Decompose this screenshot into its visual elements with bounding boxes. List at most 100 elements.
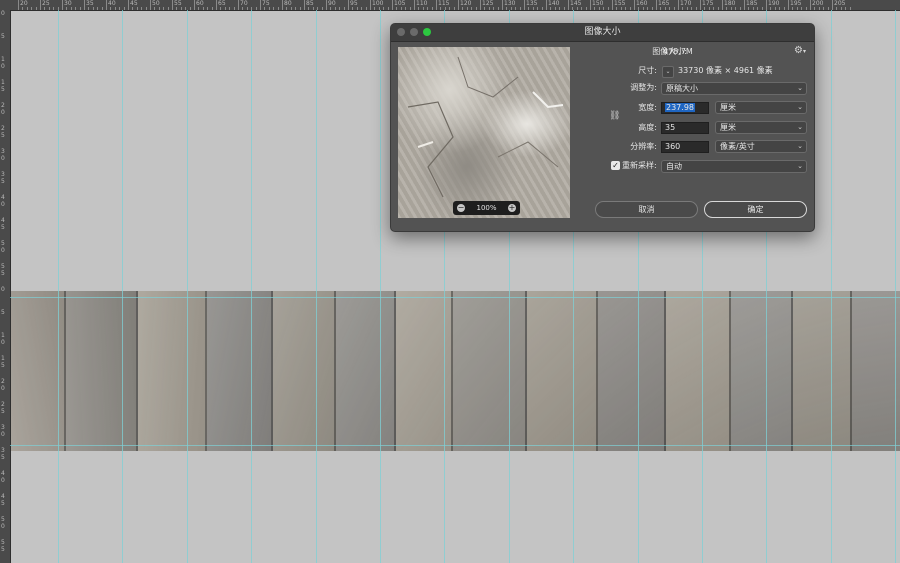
ruler-top-tick [123,7,125,10]
resample-select[interactable]: 自动 ⌄ [661,160,807,173]
ruler-top-tick [695,7,697,10]
vertical-ruler[interactable]: 0 5 10 15 20 25 30 35 40 45 50 55 0 5 10 15 20 25 30 35 40 45… [0,10,11,563]
ruler-top-tick [128,0,129,10]
ruler-left-label: 55 [1,539,5,553]
ruler-left-label: 25 [1,125,5,139]
ruler-left-label: 10 [1,56,5,70]
stone-slab [138,291,207,451]
image-size-value: 478.7M [663,47,693,56]
ruler-top-tick [590,0,591,10]
resolution-label: 分辨率: [630,142,657,151]
ruler-top-tick [818,7,820,10]
cancel-button-label: 取消 [638,205,655,214]
resolution-input[interactable]: 360 [661,141,709,153]
ruler-top-tick [722,0,723,10]
fit-to-select[interactable]: 原稿大小 ⌄ [661,82,807,95]
ruler-top-tick [295,7,297,10]
ok-button[interactable]: 确定 [704,201,807,218]
ruler-top-tick [114,7,116,10]
resample-checkbox[interactable]: ✓ [611,161,620,170]
ruler-top-tick [431,7,433,10]
ruler-top-tick [524,0,525,10]
ruler-top-tick [576,7,578,10]
width-input[interactable]: 237.98 [661,102,709,114]
ruler-top-tick [356,7,358,10]
preview-zoom-control: − 100% + [453,201,520,215]
dimensions-label: 尺寸: [638,66,657,75]
horizontal-guide[interactable] [10,297,900,298]
width-unit-select[interactable]: 厘米 ⌄ [715,101,807,114]
stone-slab [527,291,598,451]
chevron-down-icon: ⌄ [797,103,803,111]
ruler-top-tick [660,7,662,10]
ruler-top-tick [44,7,46,10]
ruler-left-label: 35 [1,171,5,185]
ruler-top-tick [35,7,37,10]
zoom-in-button[interactable]: + [508,204,516,212]
ruler-top-tick [53,7,55,10]
image-preview[interactable]: − 100% + [398,47,570,218]
ruler-top-tick [488,7,490,10]
ruler-top-tick [383,7,385,10]
ruler-top-tick [176,7,178,10]
ruler-top-tick [370,0,371,10]
ruler-top-tick [735,7,737,10]
ruler-top-tick [277,7,279,10]
horizontal-ruler[interactable]: 20 25 30 35 40 45 50 55 60 65 70 75 80 85 90 95 100 105 11… [0,0,900,11]
gear-icon[interactable]: ⚙▾ [794,45,806,56]
ruler-top-tick [167,7,169,10]
resolution-unit-select[interactable]: 像素/英寸 ⌄ [715,140,807,153]
cancel-button[interactable]: 取消 [595,201,698,218]
vertical-guide[interactable] [316,10,317,563]
width-label: 宽度: [638,103,657,112]
image-size-dialog: 图像大小 − 100% + 图像大小: 478.7M ⚙▾ 尺寸: ⌄ 3373… [390,23,815,232]
ruler-top-tick [752,7,754,10]
stone-slab [207,291,273,451]
ruler-top-tick [757,7,759,10]
stone-slab [598,291,666,451]
ruler-top-tick [801,7,803,10]
ruler-top-tick [805,7,807,10]
dialog-titlebar[interactable]: 图像大小 [391,24,814,42]
vertical-guide[interactable] [187,10,188,563]
ruler-top-tick [436,0,437,10]
horizontal-guide[interactable] [10,445,900,446]
vertical-guide[interactable] [380,10,381,563]
ruler-top-tick [396,7,398,10]
dimensions-unit-dropdown[interactable]: ⌄ [662,66,674,78]
ruler-top-tick [290,7,292,10]
fit-to-value: 原稿大小 [666,84,698,93]
resolution-unit-value: 像素/英寸 [720,142,755,151]
vertical-guide[interactable] [58,10,59,563]
ruler-top-tick [31,7,33,10]
ruler-top-tick [422,7,424,10]
ruler-top-tick [233,7,235,10]
ruler-left-label: 20 [1,378,5,392]
ruler-top-tick [84,0,85,10]
vertical-guide[interactable] [831,10,832,563]
ruler-top-tick [79,7,81,10]
width-input-value: 237.98 [665,103,695,112]
ruler-top-tick [471,7,473,10]
ruler-top-tick [642,7,644,10]
ruler-top-tick [97,7,99,10]
ruler-top-tick [348,0,349,10]
chevron-down-icon: ⌄ [797,142,803,150]
ruler-top-tick [532,7,534,10]
ruler-top-tick [136,7,138,10]
resolution-input-value: 360 [665,142,681,151]
zoom-out-button[interactable]: − [457,204,465,212]
height-input[interactable]: 35 [661,122,709,134]
ruler-top-tick [664,7,666,10]
ruler-top-tick [321,7,323,10]
ruler-top-tick [158,7,160,10]
height-unit-select[interactable]: 厘米 ⌄ [715,121,807,134]
vertical-guide[interactable] [895,10,896,563]
ruler-top-tick [414,0,415,10]
vertical-guide[interactable] [251,10,252,563]
ruler-top-tick [625,7,627,10]
ruler-top-tick [418,7,420,10]
ruler-top-tick [48,7,50,10]
ruler-top-tick [766,0,767,10]
vertical-guide[interactable] [122,10,123,563]
